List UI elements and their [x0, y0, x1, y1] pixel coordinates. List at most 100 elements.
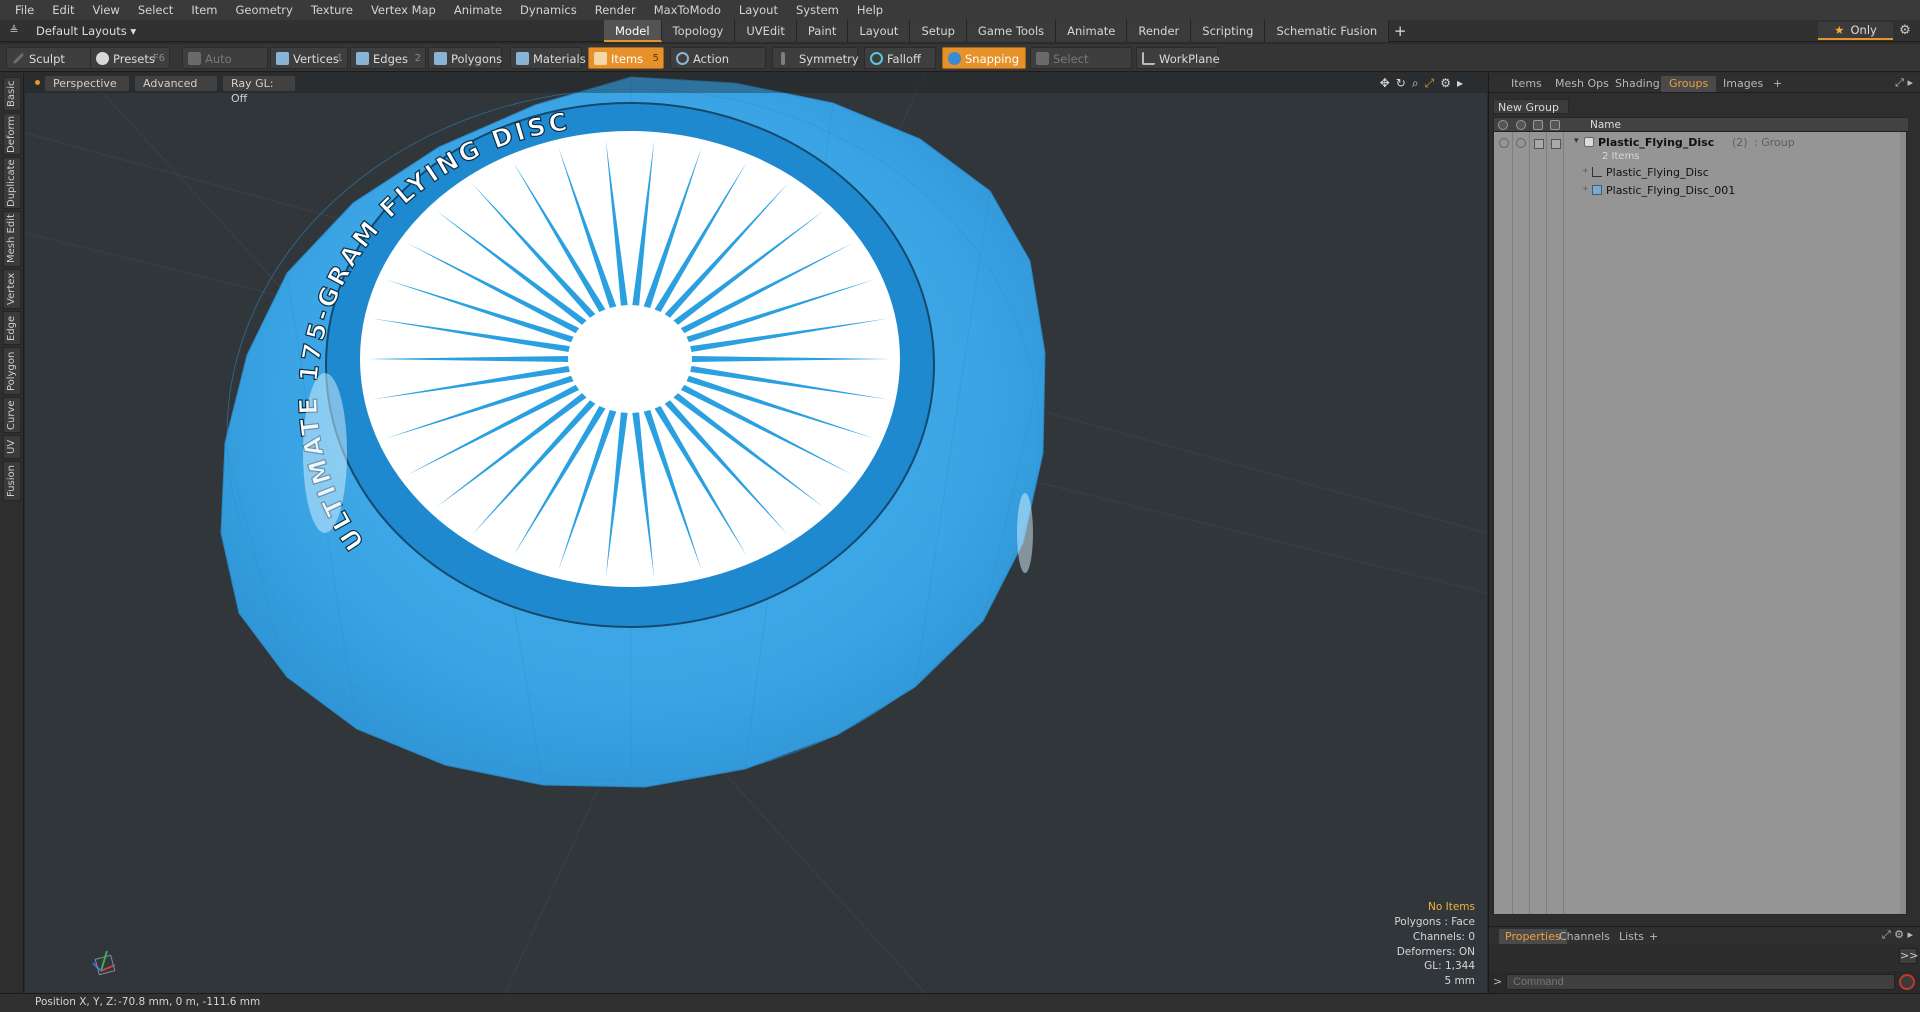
menu-edit[interactable]: Edit — [43, 0, 83, 20]
viewport-menu-dot[interactable] — [35, 80, 40, 85]
menu-help[interactable]: Help — [848, 0, 892, 20]
list-item[interactable]: + Plastic_Flying_Disc_001 — [1494, 182, 1906, 200]
tab-setup[interactable]: Setup — [910, 20, 967, 42]
menu-item[interactable]: Item — [182, 0, 226, 20]
materials-button[interactable]: Materials — [510, 47, 586, 69]
render-header-icon[interactable] — [1516, 120, 1526, 130]
tab-deform[interactable]: Deform — [3, 113, 21, 155]
command-input[interactable] — [1506, 974, 1895, 990]
presets-button[interactable]: Presets F6 — [90, 47, 170, 69]
sculpt-button[interactable]: Sculpt — [6, 47, 92, 69]
properties-tabs: Properties Channels Lists + ⤢ ⚙ ▸ — [1489, 926, 1920, 944]
menu-file[interactable]: File — [6, 0, 43, 20]
new-group-button[interactable]: New Group — [1493, 99, 1569, 114]
menu-select[interactable]: Select — [129, 0, 182, 20]
tab-uvedit[interactable]: UVEdit — [735, 20, 797, 42]
menu-animate[interactable]: Animate — [445, 0, 511, 20]
symmetry-button[interactable]: Symmetry — [772, 47, 859, 69]
tab-render[interactable]: Render — [1127, 20, 1192, 42]
tab-basic[interactable]: Basic — [3, 77, 21, 111]
tab-schematic-fusion[interactable]: Schematic Fusion — [1265, 20, 1390, 42]
tab-channels[interactable]: Channels — [1553, 929, 1616, 944]
list-item[interactable]: + Plastic_Flying_Disc — [1494, 164, 1906, 182]
expand-arrow-icon[interactable]: ▾ — [1574, 136, 1579, 146]
vertices-shortcut: 1 — [336, 53, 343, 64]
items-button[interactable]: Items 5 — [588, 47, 664, 69]
tab-uv[interactable]: UV — [3, 435, 21, 459]
tab-fusion[interactable]: Fusion — [3, 461, 21, 501]
name-column-header[interactable]: Name — [1590, 118, 1621, 132]
menu-layout[interactable]: Layout — [730, 0, 787, 20]
properties-options-icon[interactable]: ⤢ ⚙ ▸ — [1882, 928, 1913, 942]
tab-shading[interactable]: Shading — [1607, 76, 1668, 92]
auto-select-button[interactable]: Auto Select — [182, 47, 268, 88]
menu-texture[interactable]: Texture — [302, 0, 362, 20]
collapse-icon[interactable]: ≜ — [6, 23, 22, 39]
group-row[interactable]: ▾ Plastic_Flying_Disc (2) : Group 2 Item… — [1494, 134, 1906, 164]
edges-shortcut: 2 — [414, 53, 421, 64]
lock-header-icon[interactable] — [1533, 120, 1543, 130]
tab-paint[interactable]: Paint — [796, 20, 849, 42]
menu-maxtomodo[interactable]: MaxToModo — [645, 0, 730, 20]
falloff-button[interactable]: Falloff — [864, 47, 936, 69]
render-toggle-icon[interactable] — [1516, 138, 1526, 148]
shading-dropdown[interactable]: Advanced — [135, 76, 217, 91]
menu-system[interactable]: System — [787, 0, 848, 20]
tab-polygon[interactable]: Polygon — [3, 347, 21, 395]
only-toggle[interactable]: ★ Only — [1818, 22, 1893, 40]
tab-scripting[interactable]: Scripting — [1191, 20, 1266, 42]
tab-topology[interactable]: Topology — [661, 20, 736, 42]
visibility-header-icon[interactable] — [1498, 120, 1508, 130]
add-panel-tab-icon[interactable]: + — [1765, 76, 1790, 92]
lock-checkbox[interactable] — [1534, 139, 1544, 149]
tab-vertex[interactable]: Vertex — [3, 269, 21, 309]
menu-dynamics[interactable]: Dynamics — [511, 0, 586, 20]
expand-button[interactable]: >> — [1899, 948, 1918, 964]
action-center-button[interactable]: Action Center — [670, 47, 766, 88]
select-header-icon[interactable] — [1550, 120, 1560, 130]
3d-viewport[interactable]: ULTIMATE 175-GRAM FLYING DISC Perspectiv… — [25, 73, 1487, 993]
menu-render[interactable]: Render — [586, 0, 645, 20]
vertices-button[interactable]: Vertices 1 — [270, 47, 348, 69]
select-checkbox[interactable] — [1551, 139, 1561, 149]
tab-curve[interactable]: Curve — [3, 397, 21, 433]
menu-view[interactable]: View — [84, 0, 129, 20]
fit-view-icon[interactable]: ⤢ — [1425, 76, 1435, 91]
edges-button[interactable]: Edges 2 — [350, 47, 426, 69]
right-panel: Items Mesh Ops Shading Groups Images + ⤢… — [1488, 73, 1920, 993]
tab-model[interactable]: Model — [604, 20, 662, 42]
raygl-toggle[interactable]: Ray GL: Off — [223, 76, 295, 105]
move-view-icon[interactable]: ✥ — [1380, 76, 1390, 91]
tab-items[interactable]: Items — [1503, 76, 1550, 92]
tab-edge[interactable]: Edge — [3, 311, 21, 345]
tab-animate[interactable]: Animate — [1056, 20, 1128, 42]
add-properties-tab-icon[interactable]: + — [1643, 929, 1664, 944]
menu-vertex-map[interactable]: Vertex Map — [362, 0, 445, 20]
viewport-expand-icon[interactable]: ▸ — [1457, 76, 1463, 91]
tab-layout[interactable]: Layout — [848, 20, 911, 42]
rotate-view-icon[interactable]: ↻ — [1396, 76, 1406, 91]
snapping-button[interactable]: Snapping — [942, 47, 1026, 69]
view-type-dropdown[interactable]: Perspective — [45, 76, 129, 91]
group-list-scrollbar[interactable] — [1900, 132, 1906, 914]
tab-duplicate[interactable]: Duplicate — [3, 157, 21, 209]
viewport-settings-icon[interactable]: ⚙ — [1440, 76, 1451, 91]
command-stop-icon[interactable] — [1899, 974, 1915, 990]
action-center-icon — [676, 52, 689, 65]
workplane-button[interactable]: WorkPlane — [1136, 47, 1220, 69]
gear-icon[interactable]: ⚙ — [1896, 22, 1914, 40]
tab-mesh-edit[interactable]: Mesh Edit — [3, 211, 21, 267]
panel-options-icon[interactable]: ⤢ ▸ — [1895, 76, 1913, 90]
tab-groups[interactable]: Groups — [1661, 76, 1717, 92]
tab-images[interactable]: Images — [1715, 76, 1771, 92]
menu-geometry[interactable]: Geometry — [227, 0, 302, 20]
tab-game-tools[interactable]: Game Tools — [966, 20, 1057, 42]
eye-icon[interactable] — [1499, 138, 1509, 148]
select-through-button[interactable]: Select Through — [1030, 47, 1132, 88]
polygons-button[interactable]: Polygons — [428, 47, 502, 69]
layouts-dropdown[interactable]: Default Layouts ▾ — [36, 23, 136, 39]
items-icon — [594, 52, 607, 65]
disc-render: ULTIMATE 175-GRAM FLYING DISC — [25, 73, 1487, 993]
zoom-view-icon[interactable]: ⌕ — [1412, 76, 1419, 91]
add-tab-icon[interactable]: + — [1389, 20, 1411, 42]
